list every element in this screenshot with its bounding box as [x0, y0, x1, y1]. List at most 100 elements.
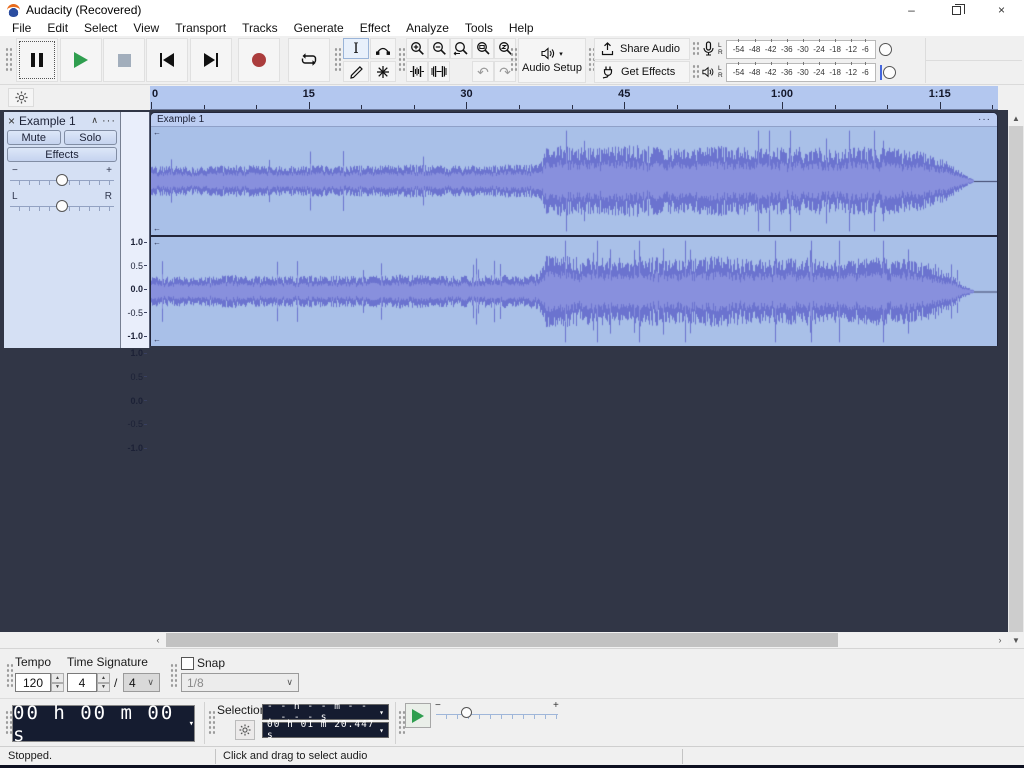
effects-button[interactable]: Effects — [7, 147, 117, 162]
envelope-tool-button[interactable] — [370, 38, 396, 59]
scroll-up-arrow[interactable]: ▲ — [1008, 110, 1024, 126]
solo-button[interactable]: Solo — [64, 130, 118, 145]
undo-button[interactable]: ↶ — [472, 61, 494, 82]
timesig-lower-select[interactable]: 4∨ — [123, 673, 160, 692]
draw-tool-button[interactable] — [343, 61, 369, 82]
restore-button[interactable] — [934, 0, 979, 20]
tempo-spinner[interactable]: ▲▼ — [51, 673, 64, 692]
transport-grip[interactable] — [5, 47, 12, 73]
track-collapse-button[interactable]: ∧ — [91, 115, 98, 126]
snap-checkbox[interactable] — [181, 657, 194, 670]
skip-to-end-button[interactable] — [190, 38, 232, 82]
playback-meter[interactable]: LR -54-48-42-36-30-24-18-12-6 — [692, 61, 922, 83]
vertical-ruler[interactable]: 1.00.50.0-0.5-1.01.00.50.0-0.5-1.0 — [121, 112, 150, 348]
share-audio-button[interactable]: Share Audio — [594, 38, 690, 60]
waveform-canvas-right[interactable] — [151, 237, 997, 346]
menu-item-tracks[interactable]: Tracks — [234, 21, 286, 35]
timeline-options-button[interactable] — [8, 88, 34, 107]
menu-item-file[interactable]: File — [4, 21, 39, 35]
get-effects-button[interactable]: Get Effects — [594, 61, 690, 83]
timesig-upper-input[interactable]: 4 — [67, 673, 97, 692]
clip-stretch-handle-icon[interactable]: ← — [153, 225, 161, 233]
menu-item-effect[interactable]: Effect — [352, 21, 398, 35]
gain-slider[interactable]: − + — [10, 165, 114, 189]
vertical-scrollbar[interactable]: ▲ ▼ — [1008, 110, 1024, 648]
pan-slider[interactable]: L R — [10, 191, 114, 215]
scroll-down-arrow[interactable]: ▼ — [1008, 632, 1024, 648]
ruler-tick — [624, 102, 625, 109]
recording-meter[interactable]: LR -54-48-42-36-30-24-18-12-6 — [692, 38, 922, 60]
audio-position-display[interactable]: 00 h 00 m 00 s ▾ — [12, 705, 195, 742]
edit-grip[interactable] — [398, 47, 405, 73]
track-menu-button[interactable]: ··· — [102, 115, 116, 127]
trim-audio-button[interactable] — [406, 61, 428, 82]
clip-menu-button[interactable]: ··· — [978, 114, 991, 125]
tempo-input[interactable]: 120 — [15, 673, 51, 692]
play-button[interactable] — [60, 38, 102, 82]
track-area[interactable]: × Example 1 ∧ ··· Mute Solo Effects − + … — [0, 110, 1024, 632]
clip-stretch-handle-icon[interactable]: ← — [153, 129, 161, 137]
silence-audio-button[interactable] — [428, 61, 450, 82]
selection-tool-button[interactable]: I — [343, 38, 369, 59]
timesig-spinner[interactable]: ▲▼ — [97, 673, 110, 692]
play-speed-grip[interactable] — [398, 710, 405, 736]
loop-button[interactable] — [288, 38, 330, 82]
zoom-fit-button[interactable] — [472, 38, 494, 59]
selection-start-field[interactable]: - - h - - m - - . - - - s ▾ — [262, 704, 389, 720]
track-close-button[interactable]: × — [8, 114, 15, 128]
close-button[interactable]: × — [979, 0, 1024, 20]
menu-item-transport[interactable]: Transport — [167, 21, 234, 35]
timeline-ruler[interactable]: 01530451:001:15 — [150, 86, 998, 110]
pause-button[interactable] — [16, 38, 58, 82]
skip-to-start-button[interactable] — [146, 38, 188, 82]
time-toolbar-grip[interactable] — [6, 663, 13, 689]
selection-options-button[interactable] — [235, 720, 255, 740]
waveform-canvas-left[interactable] — [151, 127, 997, 235]
zoom-out-button[interactable] — [428, 38, 450, 59]
menu-item-view[interactable]: View — [125, 21, 167, 35]
pan-slider-knob[interactable] — [56, 200, 68, 212]
vertical-scrollbar-thumb[interactable] — [1009, 126, 1023, 632]
meter-right-label: R — [718, 49, 723, 56]
audio-clip[interactable]: Example 1 ··· ← ← ← ← — [150, 112, 998, 346]
menu-item-select[interactable]: Select — [76, 21, 125, 35]
playback-meter-grip[interactable] — [692, 64, 699, 80]
minimize-button[interactable]: – — [889, 0, 934, 20]
waveform-channel-left[interactable]: ← ← — [151, 127, 997, 235]
time-grip[interactable] — [5, 710, 12, 736]
clip-stretch-handle-icon[interactable]: ← — [153, 336, 161, 344]
clip-stretch-handle-icon[interactable]: ← — [153, 239, 161, 247]
play-at-speed-button[interactable] — [405, 703, 431, 728]
mute-button[interactable]: Mute — [7, 130, 61, 145]
gain-slider-knob[interactable] — [56, 174, 68, 186]
menu-item-analyze[interactable]: Analyze — [398, 21, 457, 35]
setup-grip[interactable] — [510, 47, 517, 73]
play-speed-slider-track[interactable] — [436, 714, 558, 719]
snap-toolbar-grip[interactable] — [170, 663, 177, 689]
menu-item-tools[interactable]: Tools — [457, 21, 501, 35]
snap-select[interactable]: 1/8∨ — [181, 673, 299, 692]
play-speed-slider-knob[interactable] — [461, 707, 472, 718]
stop-button[interactable] — [103, 38, 145, 82]
record-button[interactable] — [238, 38, 280, 82]
horizontal-scrollbar[interactable]: ‹ › — [150, 632, 1008, 648]
clip-header[interactable]: Example 1 ··· — [151, 113, 997, 127]
recording-meter-grip[interactable] — [692, 41, 699, 57]
multi-tool-button[interactable] — [370, 61, 396, 82]
audio-setup-button[interactable]: ▾ Audio Setup — [518, 38, 586, 83]
horizontal-scrollbar-thumb[interactable] — [166, 633, 838, 647]
playback-volume-knob[interactable] — [883, 66, 896, 79]
zoom-in-button[interactable] — [406, 38, 428, 59]
waveform-channel-right[interactable]: ← ← — [151, 237, 997, 346]
scroll-left-arrow[interactable]: ‹ — [150, 632, 166, 648]
menu-item-help[interactable]: Help — [501, 21, 542, 35]
selection-end-field[interactable]: 00 h 01 m 20.447 s ▾ — [262, 722, 389, 738]
menu-item-generate[interactable]: Generate — [286, 21, 352, 35]
zoom-to-selection-button[interactable] — [450, 38, 472, 59]
recording-volume-knob[interactable] — [879, 43, 892, 56]
scroll-right-arrow[interactable]: › — [992, 632, 1008, 648]
menu-item-edit[interactable]: Edit — [39, 21, 76, 35]
tools-grip[interactable] — [334, 47, 341, 73]
selection-grip[interactable] — [208, 710, 215, 736]
track-name[interactable]: Example 1 — [19, 114, 87, 128]
